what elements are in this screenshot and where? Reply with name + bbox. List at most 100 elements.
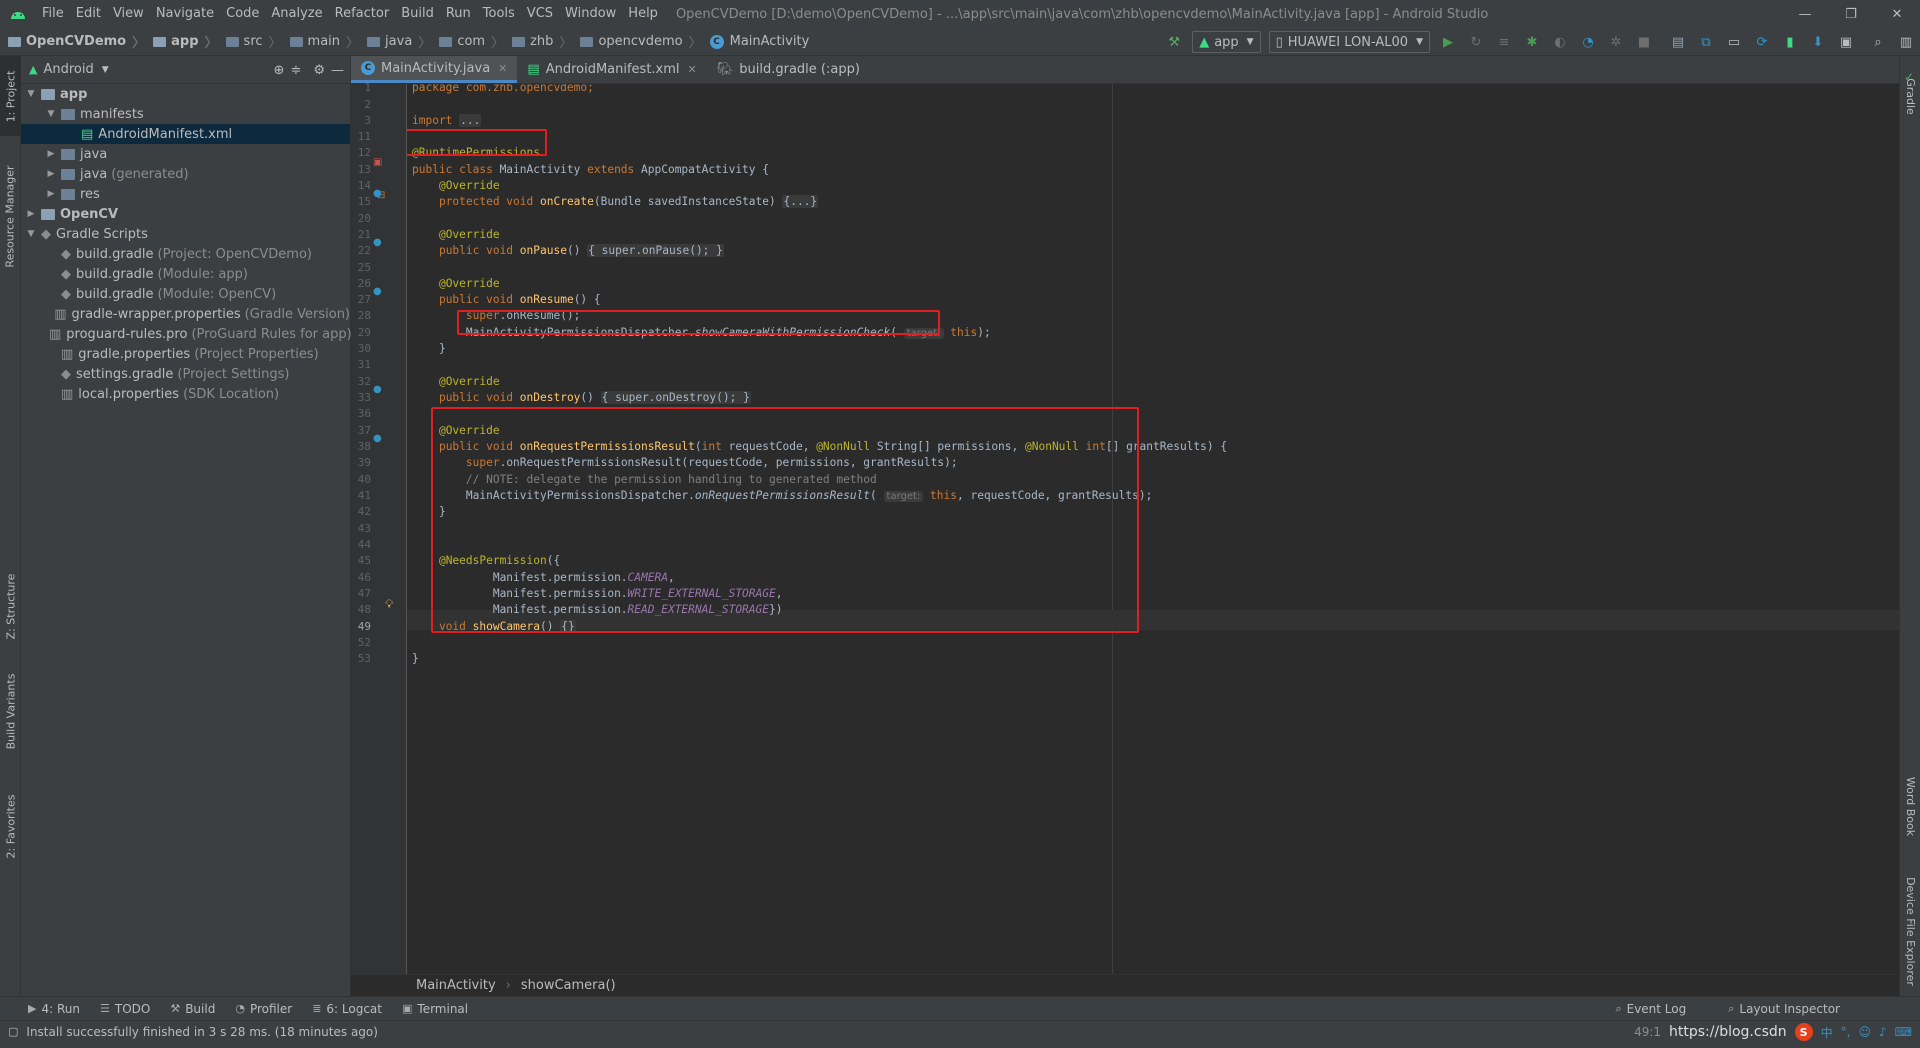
editor-breadcrumb-class[interactable]: MainActivity (416, 978, 496, 993)
tree-item[interactable]: ▼ ◆ Gradle Scripts (21, 224, 350, 244)
tool-windows-icon[interactable]: ▢ (8, 1025, 18, 1038)
layout-inspector-tool-tab[interactable]: ⌕ Layout Inspector (1728, 1002, 1840, 1016)
menu-view[interactable]: View (107, 0, 150, 28)
search-everywhere-button[interactable]: ⌕ (1866, 30, 1890, 54)
tab-build-gradle[interactable]: 🐘︎ build.gradle (:app) (707, 56, 870, 83)
breadcrumb-mainactivity[interactable]: C MainActivity (706, 34, 814, 49)
tree-item[interactable]: ▥ gradle.properties (Project Properties) (21, 344, 350, 364)
close-icon[interactable]: ✕ (688, 63, 697, 76)
editor-breadcrumb-method[interactable]: showCamera() (521, 978, 616, 993)
close-button[interactable]: ✕ (1874, 0, 1920, 28)
tree-item[interactable]: ◆ build.gradle (Module: app) (21, 264, 350, 284)
menu-build[interactable]: Build (395, 0, 440, 28)
menu-help[interactable]: Help (622, 0, 664, 28)
collapsed-arrow-icon[interactable]: ▶ (45, 169, 57, 179)
device-manager-button[interactable]: ▣ (1834, 30, 1858, 54)
tree-item[interactable]: ◆ build.gradle (Module: OpenCV) (21, 284, 350, 304)
tree-item[interactable]: ▼ manifests (21, 104, 350, 124)
caret-position[interactable]: 49:1 (1634, 1025, 1661, 1039)
logcat-tool-tab[interactable]: ≣ 6: Logcat (312, 1002, 382, 1016)
menu-navigate[interactable]: Navigate (150, 0, 220, 28)
word-book-tool-tab[interactable]: Word Book (1900, 761, 1920, 851)
breadcrumb-project[interactable]: OpenCVDemo 〉 (0, 32, 149, 51)
menu-analyze[interactable]: Analyze (265, 0, 328, 28)
project-tool-tab[interactable]: 1: Project (0, 56, 21, 136)
coverage-button[interactable]: ◐ (1548, 30, 1572, 54)
tree-item[interactable]: ◆ build.gradle (Project: OpenCVDemo) (21, 244, 350, 264)
sdk-manager-button[interactable]: ⬇ (1806, 30, 1830, 54)
breadcrumb-src[interactable]: src 〉 (222, 32, 286, 51)
tree-item[interactable]: ▥ gradle-wrapper.properties (Gradle Versio… (21, 304, 350, 324)
override-marker-icon[interactable]: ● (373, 188, 382, 199)
tree-item[interactable]: ▤ AndroidManifest.xml (21, 124, 350, 144)
code-editor[interactable]: package com.zhb.opencvdemo; import ... @… (407, 84, 1899, 974)
keyboard-icon[interactable]: ⌨ (1895, 1025, 1912, 1039)
tree-item[interactable]: ▥ proguard-rules.pro (ProGuard Rules for a… (21, 324, 352, 344)
menu-file[interactable]: File (36, 0, 70, 28)
menu-refactor[interactable]: Refactor (329, 0, 396, 28)
gear-icon[interactable]: ⚙ (313, 63, 325, 78)
run-tool-tab[interactable]: ▶ 4: Run (28, 1002, 80, 1016)
override-marker-icon[interactable]: ● (373, 384, 382, 395)
collapsed-arrow-icon[interactable]: ▶ (45, 149, 57, 159)
apply-code-changes-button[interactable]: ≡ (1492, 30, 1516, 54)
tree-item[interactable]: ▶ OpenCV (21, 204, 350, 224)
folded-body[interactable]: { super.onDestroy(); } (600, 391, 751, 404)
expanded-arrow-icon[interactable]: ▼ (25, 229, 37, 239)
event-log-tool-tab[interactable]: ⌕ Event Log (1615, 1002, 1686, 1016)
close-icon[interactable]: ✕ (498, 62, 507, 75)
debug-button[interactable]: ✱ (1520, 30, 1544, 54)
expanded-arrow-icon[interactable]: ▼ (45, 109, 57, 119)
resource-manager-tool-tab[interactable]: Resource Manager (0, 151, 21, 281)
folded-body[interactable]: {...} (782, 195, 819, 208)
favorites-tool-tab[interactable]: 2: Favorites (0, 776, 21, 876)
run-config-select[interactable]: ▲ app ▼ (1192, 31, 1261, 53)
tab-mainactivity-java[interactable]: C MainActivity.java ✕ (351, 56, 518, 83)
breadcrumb-app[interactable]: app 〉 (149, 32, 221, 51)
attach-debugger-button[interactable]: ✲ (1604, 30, 1628, 54)
profiler-tool-tab[interactable]: ◔ Profiler (235, 1002, 292, 1016)
build-variants-tool-tab[interactable]: Build Variants (0, 656, 21, 766)
menu-edit[interactable]: Edit (70, 0, 107, 28)
make-project-button[interactable]: ⚒ (1162, 30, 1186, 54)
project-structure-button[interactable]: ▤ (1666, 30, 1690, 54)
translate-button[interactable]: ⧉ (1694, 30, 1718, 54)
override-marker-icon[interactable]: ● (373, 237, 382, 248)
expanded-arrow-icon[interactable]: ▼ (25, 89, 37, 99)
minimize-button[interactable]: — (1782, 0, 1828, 28)
structure-tool-tab[interactable]: Z: Structure (0, 566, 21, 646)
device-select[interactable]: ▯ HUAWEI LON-AL00 ▼ (1268, 31, 1430, 53)
ime-mode[interactable]: 中 (1821, 1024, 1833, 1041)
breadcrumb-zhb[interactable]: zhb 〉 (508, 32, 576, 51)
menu-window[interactable]: Window (559, 0, 622, 28)
help-button[interactable]: ▥ (1894, 30, 1918, 54)
device-file-explorer-tool-tab[interactable]: Device File Explorer (1900, 861, 1920, 1001)
build-tool-tab[interactable]: ⚒ Build (170, 1002, 215, 1016)
breadcrumb-main[interactable]: main 〉 (286, 32, 364, 51)
folded-imports[interactable]: ... (459, 114, 482, 127)
todo-tool-tab[interactable]: ☰ TODO (100, 1002, 150, 1016)
tree-item[interactable]: ▥ local.properties (SDK Location) (21, 384, 350, 404)
override-marker-icon[interactable]: ● (373, 286, 382, 297)
profile-button[interactable]: ◔ (1576, 30, 1600, 54)
project-view-select[interactable]: ▲ Android ▼ (29, 62, 109, 77)
lightbulb-icon[interactable]: 💡︎ (385, 597, 393, 612)
menu-code[interactable]: Code (220, 0, 265, 28)
apply-changes-button[interactable]: ↻ (1464, 30, 1488, 54)
tree-item[interactable]: ◆ settings.gradle (Project Settings) (21, 364, 350, 384)
breadcrumb-java[interactable]: java 〉 (363, 32, 435, 51)
collapse-all-icon[interactable]: ≑ (290, 63, 301, 78)
stop-button[interactable]: ■ (1632, 30, 1656, 54)
tree-item[interactable]: ▼ app (21, 84, 350, 104)
collapsed-arrow-icon[interactable]: ▶ (25, 209, 37, 219)
voice-icon[interactable]: ♪ (1879, 1025, 1887, 1039)
breadcrumb-com[interactable]: com 〉 (435, 32, 508, 51)
terminal-tool-tab[interactable]: ▣ Terminal (402, 1002, 468, 1016)
punctuation-icon[interactable]: °, (1841, 1025, 1851, 1039)
tab-androidmanifest-xml[interactable]: ▤ AndroidManifest.xml ✕ (517, 56, 706, 83)
emoji-icon[interactable]: ☺ (1858, 1025, 1871, 1039)
locate-icon[interactable]: ⊕ (274, 63, 285, 78)
collapsed-arrow-icon[interactable]: ▶ (45, 189, 57, 199)
menu-tools[interactable]: Tools (477, 0, 521, 28)
sync-gradle-button[interactable]: ⟳ (1750, 30, 1774, 54)
